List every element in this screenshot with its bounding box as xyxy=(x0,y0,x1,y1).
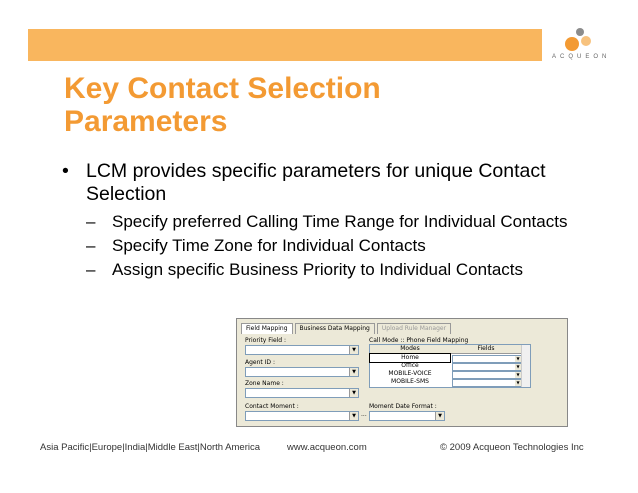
grid-header-fields: Fields xyxy=(477,345,495,352)
grid-header-modes: Modes xyxy=(400,345,420,352)
bullet-main-text: LCM provides specific parameters for uni… xyxy=(86,160,546,205)
mode-cell: Office xyxy=(401,362,419,369)
slide-title: Key Contact Selection Parameters xyxy=(64,72,381,138)
call-mode-label: Call Mode :: Phone Field Mapping xyxy=(369,337,469,344)
agent-id-label: Agent ID : xyxy=(245,359,275,366)
chevron-down-icon: ▼ xyxy=(349,346,358,354)
chevron-down-icon: ▼ xyxy=(349,368,358,376)
chevron-down-icon: ▼ xyxy=(435,412,444,420)
logo-mark-icon xyxy=(565,28,591,51)
mode-cell: Home xyxy=(369,353,451,363)
moment-date-format-label: Moment Date Format : xyxy=(369,403,437,410)
bullet-list: • LCM provides specific parameters for u… xyxy=(62,160,582,280)
sub-bullet: – Assign specific Business Priority to I… xyxy=(62,260,582,280)
field-select[interactable]: ▼ xyxy=(452,379,522,387)
chevron-down-icon: ▼ xyxy=(349,412,358,420)
zone-name-label: Zone Name : xyxy=(245,380,284,387)
dialog-tabs: Field Mapping Business Data Mapping Uplo… xyxy=(241,323,453,334)
phone-field-grid: Modes Fields Home ▼ Office ▼ MOBILE-VOIC… xyxy=(369,344,531,388)
contact-moment-select[interactable]: ▼ xyxy=(245,411,359,421)
sub-bullet-marker: – xyxy=(86,260,96,279)
contact-moment-label: Contact Moment : xyxy=(245,403,299,410)
table-row[interactable]: Office ▼ xyxy=(370,362,530,371)
chevron-down-icon: ▼ xyxy=(349,389,358,397)
grid-scrollbar[interactable] xyxy=(521,345,530,387)
header-band xyxy=(28,29,542,61)
mode-cell: MOBILE-VOICE xyxy=(388,370,432,377)
footer-website[interactable]: www.acqueon.com xyxy=(287,442,367,453)
sub-bullet-text: Specify preferred Calling Time Range for… xyxy=(112,212,568,231)
sub-bullet-text: Assign specific Business Priority to Ind… xyxy=(112,260,524,279)
acqueon-logo: ACQUEON xyxy=(548,24,628,68)
footer-copyright: © 2009 Acqueon Technologies Inc xyxy=(440,442,584,453)
sub-bullet: – Specify preferred Calling Time Range f… xyxy=(62,212,582,232)
sub-bullet-text: Specify Time Zone for Individual Contact… xyxy=(112,236,426,255)
field-mapping-dialog: Field Mapping Business Data Mapping Uplo… xyxy=(236,318,568,427)
zone-name-select[interactable]: ▼ xyxy=(245,388,359,398)
mode-cell: MOBILE-SMS xyxy=(391,378,429,385)
tab-upload-rule-manager[interactable]: Upload Rule Manager xyxy=(376,323,452,334)
bullet-marker: • xyxy=(62,160,69,182)
ellipsis-button[interactable]: ... xyxy=(361,411,367,418)
sub-bullet-marker: – xyxy=(86,212,96,231)
table-row[interactable]: MOBILE-SMS ▼ xyxy=(370,378,530,387)
priority-field-label: Priority Field : xyxy=(245,337,287,344)
logo-wordmark: ACQUEON xyxy=(552,54,611,60)
priority-field-select[interactable]: ▼ xyxy=(245,345,359,355)
footer-regions: Asia Pacific|Europe|India|Middle East|No… xyxy=(40,442,261,453)
agent-id-select[interactable]: ▼ xyxy=(245,367,359,377)
moment-date-format-select[interactable]: ▼ xyxy=(369,411,445,421)
tab-business-data-mapping[interactable]: Business Data Mapping xyxy=(294,323,375,334)
sub-bullet-marker: – xyxy=(86,236,96,255)
table-row[interactable]: MOBILE-VOICE ▼ xyxy=(370,370,530,379)
bullet-main: • LCM provides specific parameters for u… xyxy=(62,160,582,206)
table-row[interactable]: Home ▼ xyxy=(369,353,530,363)
tab-field-mapping[interactable]: Field Mapping xyxy=(241,323,293,334)
sub-bullet: – Specify Time Zone for Individual Conta… xyxy=(62,236,582,256)
